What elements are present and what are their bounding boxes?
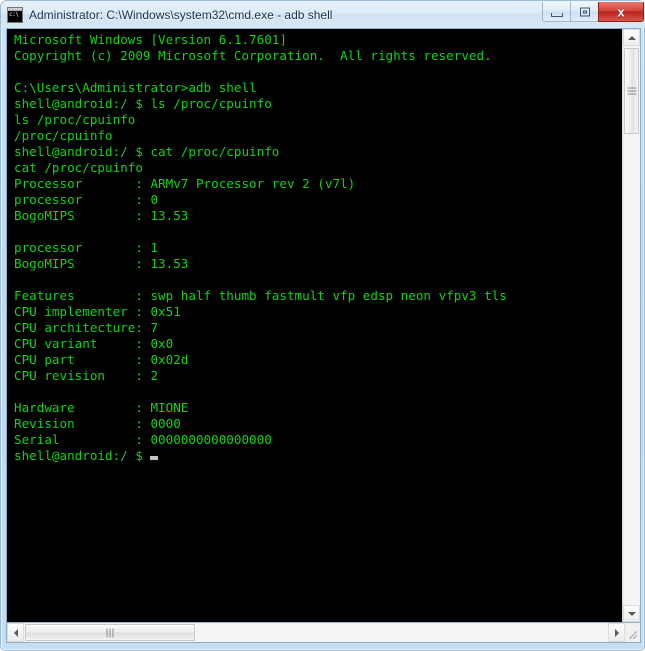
vertical-scrollbar[interactable] [622,29,640,622]
horizontal-scroll-track[interactable] [24,623,608,642]
window-controls: x [542,2,644,22]
horizontal-scroll-thumb[interactable] [25,624,195,641]
close-button[interactable]: x [598,2,644,22]
title-bar[interactable]: Administrator: C:\Windows\system32\cmd.e… [1,1,645,28]
vertical-scroll-thumb[interactable] [624,48,639,134]
console-client-area: Microsoft Windows [Version 6.1.7601] Cop… [6,28,641,623]
terminal-cursor [150,456,159,460]
maximize-button[interactable] [570,2,599,22]
vertical-scroll-track[interactable] [623,46,640,605]
cmd-console-icon [7,6,23,23]
scroll-right-button[interactable] [608,623,625,642]
maximize-icon [579,7,590,16]
console-window: Administrator: C:\Windows\system32\cmd.e… [0,0,645,651]
scroll-right-arrow-icon [614,628,619,637]
scroll-down-arrow-icon [627,611,636,616]
scroll-grip-icon [627,87,636,95]
close-icon: x [617,4,625,19]
terminal-output[interactable]: Microsoft Windows [Version 6.1.7601] Cop… [7,29,622,622]
scroll-up-button[interactable] [623,29,640,46]
scroll-down-button[interactable] [623,605,640,622]
scroll-up-arrow-icon [627,35,636,40]
terminal-text: Microsoft Windows [Version 6.1.7601] Cop… [14,32,507,463]
horizontal-scrollbar[interactable] [6,623,641,643]
minimize-button[interactable] [542,2,571,22]
scroll-grip-icon [106,628,114,637]
scroll-left-button[interactable] [7,623,24,642]
window-resize-grip[interactable] [625,623,640,642]
scroll-left-arrow-icon [13,628,18,637]
minimize-icon [550,12,563,17]
